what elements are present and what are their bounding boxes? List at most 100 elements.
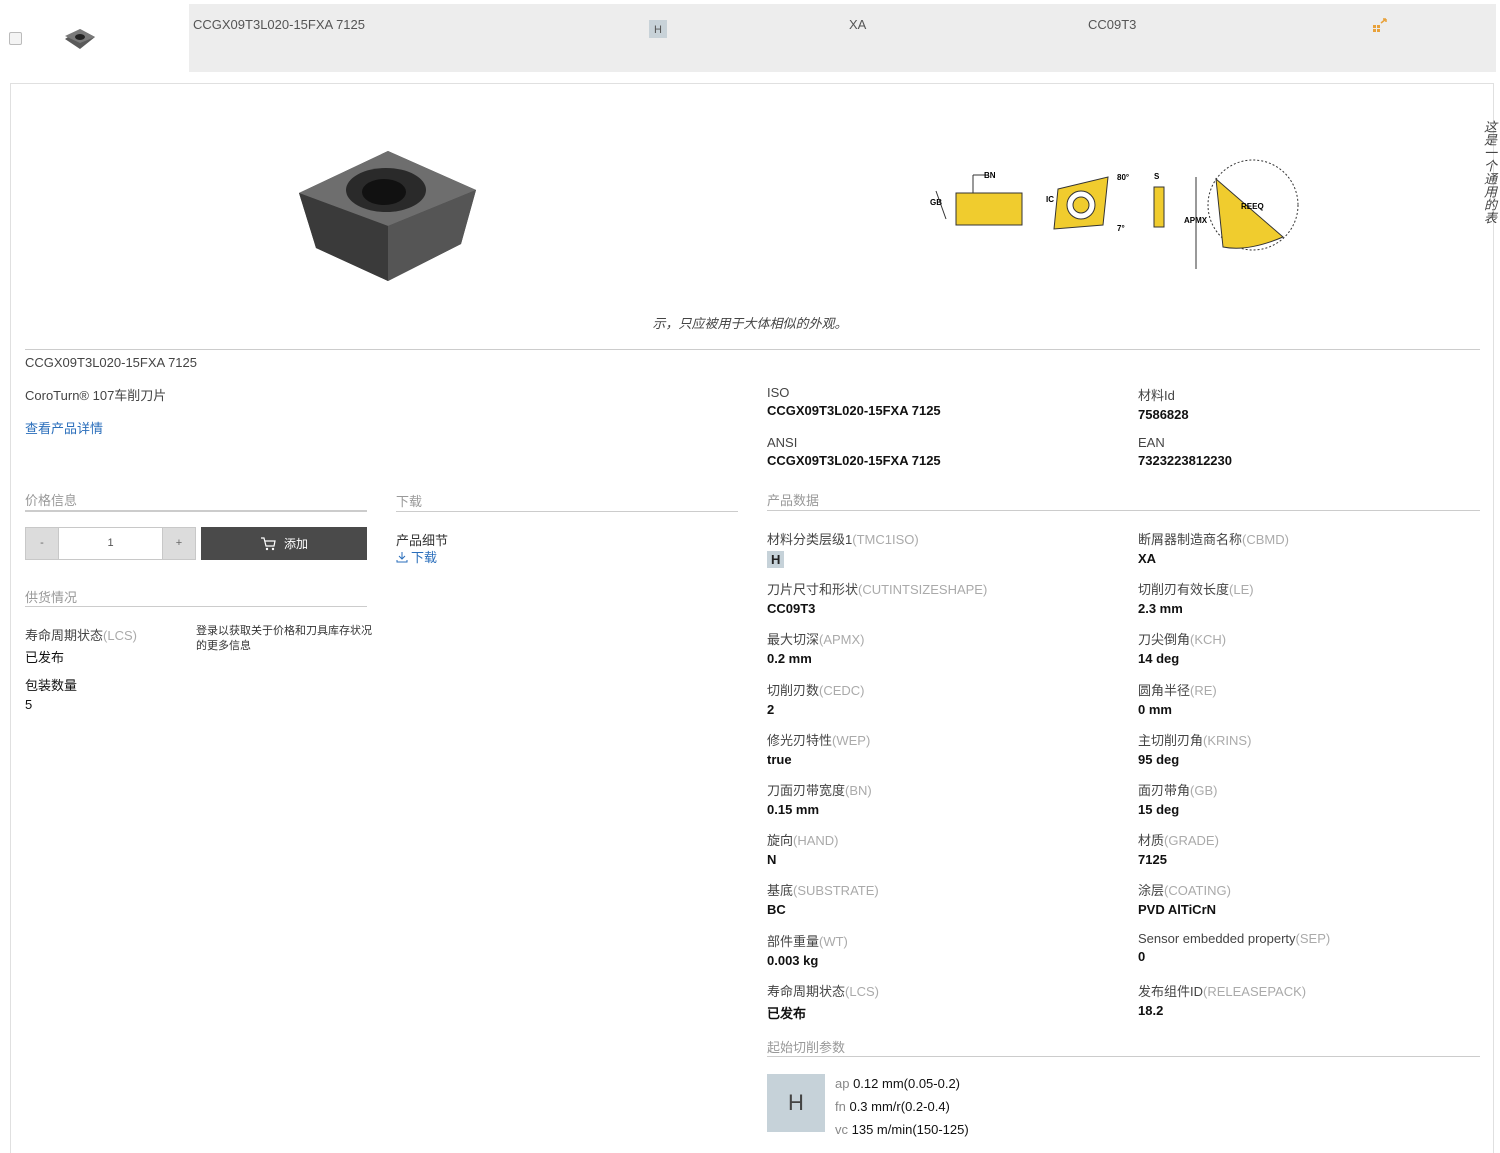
stock-divider [25, 606, 367, 607]
label-ic: IC [1046, 195, 1054, 204]
field-label: 切削刃数(CEDC) [767, 682, 865, 698]
field-value: CC09T3 [767, 601, 816, 617]
lcs-field: 寿命周期状态(LCS) 已发布 [25, 628, 137, 665]
field-value: 2.3 mm [1138, 601, 1183, 617]
insert-image [299, 151, 476, 281]
field-label: 基底(SUBSTRATE) [767, 883, 879, 899]
product-data-field: 圆角半径(RE) 0 mm [1138, 680, 1217, 717]
material-id-field: 材料Id 7586828 [1138, 388, 1189, 422]
view-details-link[interactable]: 查看产品详情 [25, 418, 103, 437]
product-data-field: 涂层(COATING) PVD AlTiCrN [1138, 880, 1231, 917]
label-apmx: APMX [1184, 216, 1208, 225]
insert-geometry-diagram: BN GB IC 80° S 7° APMX REEQ [930, 159, 1299, 269]
cutting-param-vc: vc 135 m/min(150-125) [835, 1122, 969, 1137]
cutting-param-fn: fn 0.3 mm/r(0.2-0.4) [835, 1099, 950, 1114]
label-bn: BN [984, 171, 996, 180]
cutting-param-ap: ap 0.12 mm(0.05-0.2) [835, 1076, 961, 1091]
ansi-field: ANSI CCGX09T3L020-15FXA 7125 [767, 435, 941, 468]
price-divider [25, 510, 367, 512]
field-label: 主切削刃角(KRINS) [1138, 732, 1252, 748]
product-data-field: 旋向(HAND) N [767, 830, 839, 867]
field-label: 材质(GRADE) [1138, 833, 1219, 849]
field-value: 14 deg [1138, 651, 1180, 667]
field-value: H [767, 551, 785, 568]
product-data-field: 刀面刃带宽度(BN) 0.15 mm [767, 780, 872, 817]
row-chipbreaker: XA [849, 17, 867, 32]
product-data-field: 切削刃有效长度(LE) 2.3 mm [1138, 579, 1254, 616]
field-value: 7125 [1138, 852, 1167, 868]
field-value: true [767, 751, 792, 767]
product-data-field: 刀尖倒角(KCH) 14 deg [1138, 629, 1226, 666]
product-data-field: 切削刃数(CEDC) 2 [767, 680, 865, 717]
download-divider [396, 511, 738, 512]
stock-title: 供货情况 [25, 590, 78, 605]
qty-decrement-button[interactable]: - [25, 527, 59, 560]
product-title: CCGX09T3L020-15FXA 7125 [25, 355, 197, 370]
download-icon [396, 551, 408, 562]
cart-icon [260, 536, 276, 550]
field-label: 圆角半径(RE) [1138, 682, 1217, 698]
field-label: 部件重量(WT) [767, 933, 848, 949]
row-checkbox[interactable] [9, 32, 22, 45]
compare-icon[interactable] [1372, 18, 1388, 34]
product-data-field: 最大切深(APMX) 0.2 mm [767, 629, 865, 666]
field-label: 切削刃有效长度(LE) [1138, 582, 1254, 598]
field-label: 旋向(HAND) [767, 833, 839, 849]
iso-field: ISO CCGX09T3L020-15FXA 7125 [767, 385, 941, 418]
field-label: 刀片尺寸和形状(CUTINTSIZESHAPE) [767, 582, 988, 598]
download-link[interactable]: 下载 [396, 547, 437, 566]
field-value: 2 [767, 701, 775, 717]
field-label: 断屑器制造商名称(CBMD) [1138, 532, 1289, 547]
field-value: 0.15 mm [767, 802, 820, 817]
field-value: 15 deg [1138, 802, 1180, 817]
download-title: 下载 [396, 494, 423, 509]
product-data-field: 基底(SUBSTRATE) BC [767, 880, 879, 917]
field-value: 已发布 [767, 1005, 807, 1021]
field-value: BC [767, 902, 786, 918]
image-disclaimer-vertical: 这是一个通用的表 [1482, 120, 1497, 224]
cutting-title: 起始切削参数 [767, 1040, 846, 1055]
field-value: 0.2 mm [767, 651, 812, 667]
product-data-field: 主切削刃角(KRINS) 95 deg [1138, 730, 1251, 767]
field-label: 面刃带角(GB) [1138, 783, 1218, 798]
price-title: 价格信息 [25, 493, 78, 508]
cutting-material-badge: H [767, 1074, 825, 1132]
image-disclaimer: 示，只应被用于大体相似的外观。 [652, 316, 848, 331]
field-label: 寿命周期状态(LCS) [767, 983, 879, 999]
add-to-cart-button[interactable]: 添加 [201, 527, 367, 560]
login-note: 登录以获取关于价格和刀具库存状况的更多信息 [196, 625, 372, 652]
product-data-field: 修光刃特性(WEP) true [767, 730, 870, 767]
product-data-field: 部件重量(WT) 0.003 kg [767, 931, 848, 968]
field-label: 涂层(COATING) [1138, 883, 1231, 899]
qty-input[interactable]: 1 [58, 527, 163, 560]
field-label: Sensor embedded property(SEP) [1138, 930, 1331, 946]
product-row[interactable] [0, 4, 1496, 72]
ean-field: EAN 7323223812230 [1138, 435, 1232, 468]
pack-qty-field: 包装数量 5 [25, 678, 78, 712]
row-material-badge: H [649, 20, 667, 38]
field-label: 修光刃特性(WEP) [767, 732, 871, 748]
product-data-title: 产品数据 [767, 493, 820, 508]
divider [25, 349, 1480, 350]
field-value: 18.2 [1138, 1002, 1164, 1018]
field-label: 材料分类层级1(TMC1ISO) [767, 532, 919, 547]
field-value: 0 [1138, 948, 1146, 964]
row-highlight [189, 4, 1496, 72]
label-7: 7° [1117, 224, 1125, 233]
qty-increment-button[interactable]: + [162, 527, 196, 560]
field-label: 刀尖倒角(KCH) [1138, 632, 1227, 648]
product-data-field: Sensor embedded property(SEP) 0 [1138, 931, 1330, 964]
row-size-shape: CC09T3 [1088, 17, 1137, 32]
cutting-divider [767, 1056, 1480, 1057]
field-value: N [767, 852, 777, 868]
row-product-name[interactable]: CCGX09T3L020-15FXA 7125 [193, 17, 365, 32]
field-label: 刀面刃带宽度(BN) [767, 783, 872, 798]
field-value: 0.003 kg [767, 952, 819, 968]
product-data-field: 寿命周期状态(LCS) 已发布 [767, 981, 879, 1022]
field-value: PVD AlTiCrN [1138, 902, 1217, 918]
label-s: S [1154, 172, 1160, 181]
insert-thumbnail[interactable] [63, 27, 97, 51]
field-label: 最大切深(APMX) [767, 632, 865, 648]
product-data-field: 面刃带角(GB) 15 deg [1138, 780, 1217, 817]
add-label: 添加 [283, 537, 308, 551]
